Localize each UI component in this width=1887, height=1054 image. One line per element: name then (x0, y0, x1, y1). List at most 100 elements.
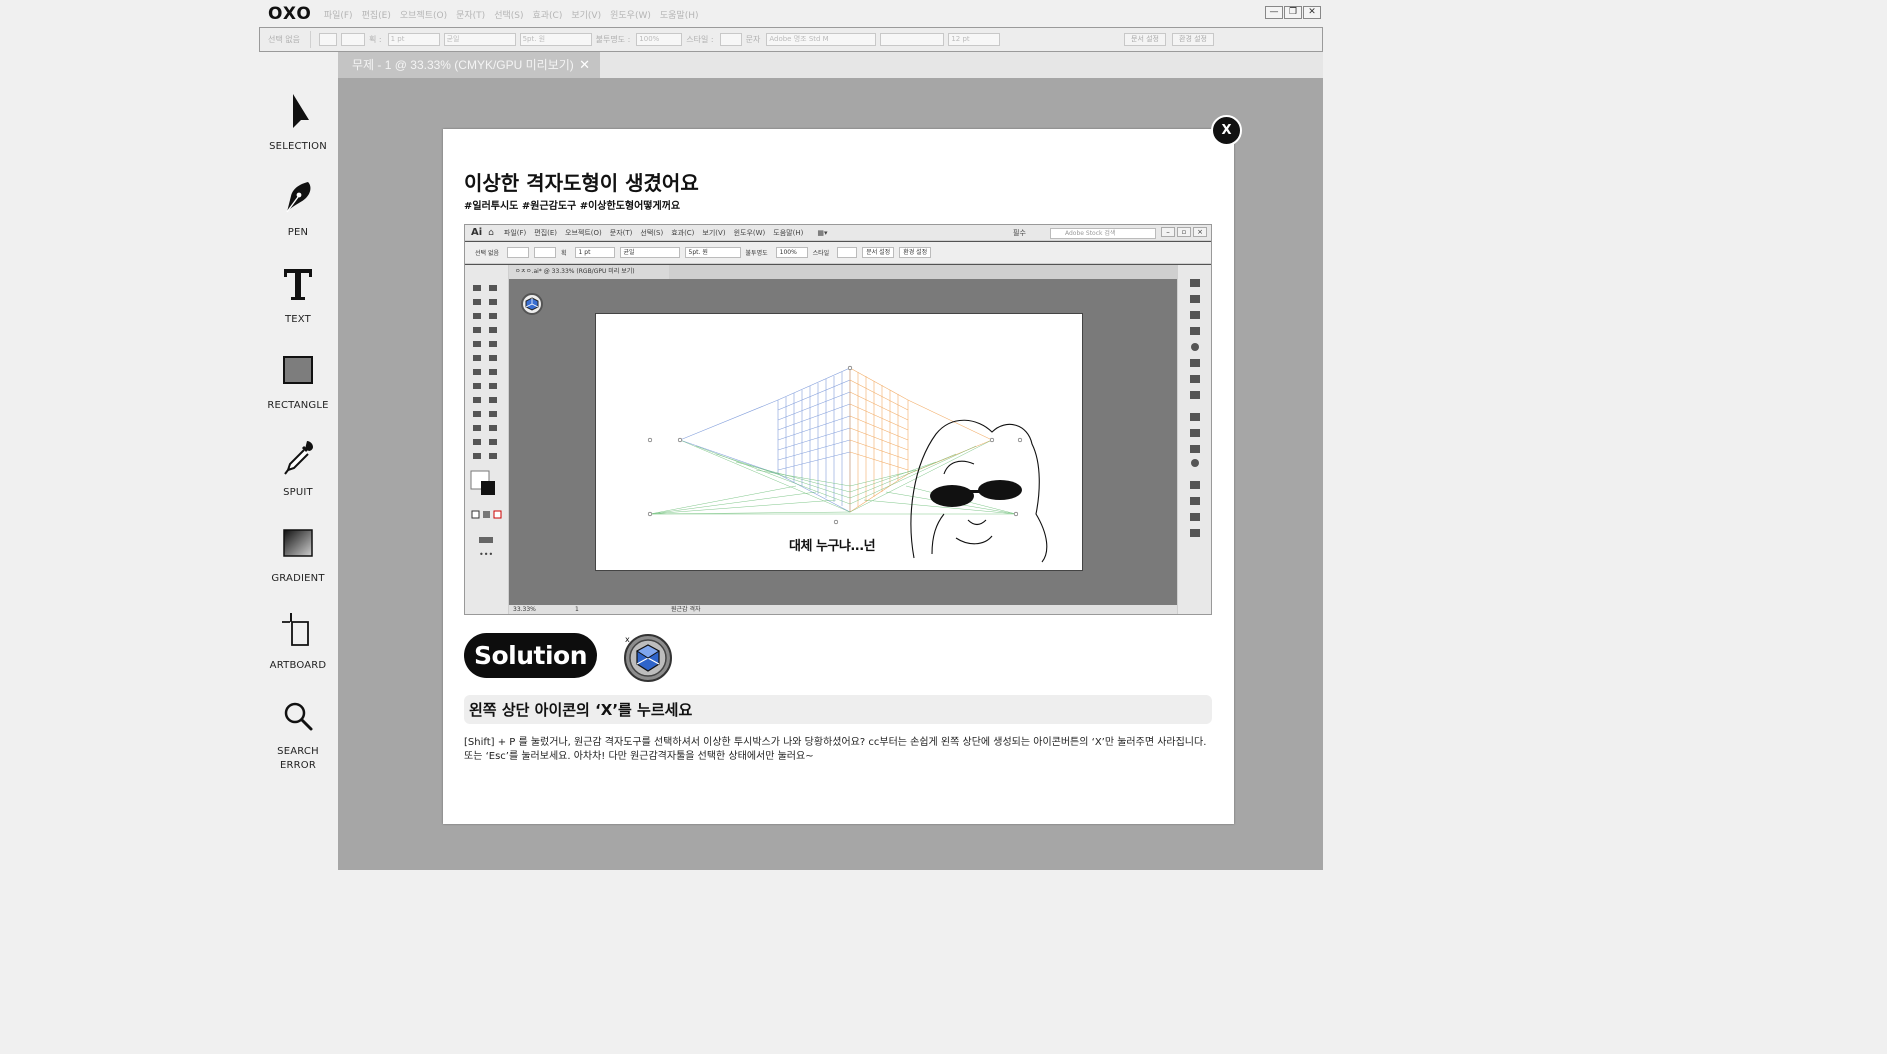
tool-label: GRADIENT (271, 573, 325, 584)
no-selection-label: 선택 없음 (268, 35, 300, 44)
tool-search-error[interactable]: SEARCH ERROR (258, 695, 338, 773)
preferences-button[interactable]: 환경 설정 (1172, 33, 1214, 46)
gradient-swatch-icon (283, 529, 313, 557)
ai-stroke (534, 247, 556, 258)
ai-menu-item: 보기(V) (702, 228, 726, 237)
rectangle-icon (283, 356, 313, 384)
selection-arrow-icon (293, 94, 309, 128)
style-select[interactable] (719, 33, 742, 46)
meme-caption: 대체 누구냐...넌 (789, 539, 876, 554)
stroke-swatch[interactable] (340, 33, 365, 46)
ai-page-readout: 1 (575, 606, 579, 613)
ai-tool-icons: ••• (470, 285, 502, 559)
ai-artboard: 대체 누구냐...넌 (595, 313, 1083, 571)
pen-nib-icon (286, 182, 311, 213)
close-tab-icon[interactable]: ✕ (579, 52, 590, 78)
solution-subhead-bar: 왼쪽 상단 아이콘의 ‘X’를 누르세요 (464, 695, 1212, 724)
ai-uniform: 균일 (619, 247, 680, 258)
ai-close-icon: × (1193, 227, 1207, 237)
window-controls: — ❐ ✕ (1264, 6, 1321, 19)
ai-stock-search: Adobe Stock 검색 (1050, 228, 1156, 239)
app-logo: OXO (268, 4, 312, 24)
stroke-style-select[interactable]: 균일 (443, 33, 516, 46)
ai-menu-item: 윈도우(W) (733, 228, 766, 237)
ai-style-label: 스타일 (812, 250, 830, 257)
font-size-field[interactable]: 12 pt (948, 33, 1001, 46)
layout-icon: ▦▾ (817, 228, 828, 237)
ai-prefs: 환경 설정 (899, 247, 932, 258)
app-window: OXO 파일(F) 편집(E) 오브젝트(O) 문자(T) 선택(S) 효과(C… (0, 0, 1568, 876)
fill-swatch[interactable] (318, 33, 337, 46)
menu-help[interactable]: 도움말(H) (660, 8, 699, 21)
svg-text:x: x (625, 635, 630, 644)
font-select[interactable]: Adobe 명조 Std M (766, 33, 877, 46)
menu-edit[interactable]: 편집(E) (362, 8, 391, 21)
tool-rectangle[interactable]: RECTANGLE (258, 349, 338, 413)
ai-no-selection: 선택 없음 (475, 250, 499, 257)
ai-opacity-label: 불투명도 (745, 250, 768, 257)
menu-select[interactable]: 선택(S) (494, 8, 523, 21)
restore-button[interactable]: ❐ (1284, 6, 1302, 19)
ai-menu-item: 효과(C) (671, 228, 695, 237)
document-tab-title: 무제 - 1 @ 33.33% (CMYK/GPU 미리보기) (352, 58, 574, 72)
menu-effect[interactable]: 효과(C) (532, 8, 562, 21)
solution-subhead: 왼쪽 상단 아이콘의 ‘X’를 누르세요 (469, 701, 693, 719)
tool-label: SEARCH ERROR (277, 746, 319, 771)
ai-menu-item: 선택(S) (640, 228, 664, 237)
ai-document-tab: ㅇㅈㅇ.ai* @ 33.33% (RGB/GPU 미리 보기) (509, 265, 669, 279)
close-window-button[interactable]: ✕ (1303, 6, 1321, 19)
tool-label: SELECTION (269, 141, 327, 152)
tool-label: TEXT (284, 314, 311, 325)
ai-opacity-value: 100% (775, 247, 808, 258)
ai-options-bar: 선택 없음 획 1 pt 균일 5pt. 원 불투명도 100% 스타일 문서 … (465, 242, 1211, 264)
font-style-select[interactable] (880, 33, 945, 46)
brush-select[interactable]: 5pt. 원 (519, 33, 592, 46)
tool-selection[interactable]: SELECTION (258, 90, 338, 154)
tool-gradient[interactable]: GRADIENT (258, 522, 338, 586)
menu-file[interactable]: 파일(F) (324, 8, 353, 21)
perspective-grid-drawing (647, 365, 1048, 563)
ai-menu-item: 오브젝트(O) (565, 228, 602, 237)
ai-panel-icons (1190, 279, 1200, 537)
doc-setup-button[interactable]: 문서 설정 (1124, 33, 1166, 46)
modal-close-button[interactable]: X (1211, 115, 1242, 146)
ai-workspace-area: 대체 누구냐...넌 (509, 279, 1177, 605)
char-label: 문자 (745, 35, 761, 44)
menu-bar: OXO 파일(F) 편집(E) 오브젝트(O) 문자(T) 선택(S) 효과(C… (260, 0, 1324, 28)
tool-label: RECTANGLE (267, 400, 329, 411)
svg-text:•••: ••• (479, 550, 493, 559)
ai-toolbox: ••• (465, 265, 509, 614)
document-tab[interactable]: 무제 - 1 @ 33.33% (CMYK/GPU 미리보기) ✕ (338, 52, 600, 78)
stroke-weight-field[interactable]: 1 pt (387, 33, 440, 46)
tool-artboard[interactable]: ARTBOARD (258, 609, 338, 673)
eyedropper-icon (284, 441, 313, 475)
ai-menu-item: 문자(T) (609, 228, 633, 237)
menu-window[interactable]: 윈도우(W) (610, 8, 651, 21)
ai-menu-bar: Ai ⌂ 파일(F) 편집(E) 오브젝트(O) 문자(T) 선택(S) 효과(… (465, 225, 1211, 241)
opacity-field[interactable]: 100% (636, 33, 683, 46)
menu-view[interactable]: 보기(V) (571, 8, 601, 21)
menu-object[interactable]: 오브젝트(O) (400, 8, 447, 21)
ai-brush: 5pt. 원 (684, 247, 741, 258)
tab-strip: 무제 - 1 @ 33.33% (CMYK/GPU 미리보기) ✕ (338, 52, 1323, 78)
ai-restore-icon: ▫ (1177, 227, 1191, 237)
tool-spuit[interactable]: SPUIT (258, 436, 338, 500)
tool-text[interactable]: TEXT (258, 263, 338, 327)
text-t-icon (284, 269, 312, 300)
tool-pen[interactable]: PEN (258, 176, 338, 240)
ai-panel-dock (1177, 265, 1211, 614)
menu-type[interactable]: 문자(T) (456, 8, 485, 21)
minimize-button[interactable]: — (1265, 6, 1283, 19)
ai-menu-item: 도움말(H) (773, 228, 804, 237)
perspective-grid-icon: x (624, 634, 672, 682)
tool-sidebar: SELECTION PEN TEXT RECTANGLE SPUIT GRADI… (258, 78, 338, 870)
solution-badge: Solution (464, 633, 597, 678)
ai-tab-strip (669, 265, 1177, 279)
divider (309, 31, 311, 48)
ai-doc-setup: 문서 설정 (862, 247, 895, 258)
magnifier-icon (284, 702, 313, 731)
modal-tags: #일러투시도 #원근감도구 #이상한도형어떻게꺼요 (464, 201, 681, 212)
home-icon: ⌂ (488, 227, 494, 238)
ai-logo: Ai (471, 227, 483, 238)
illustrator-screenshot: Ai ⌂ 파일(F) 편집(E) 오브젝트(O) 문자(T) 선택(S) 효과(… (464, 224, 1212, 615)
